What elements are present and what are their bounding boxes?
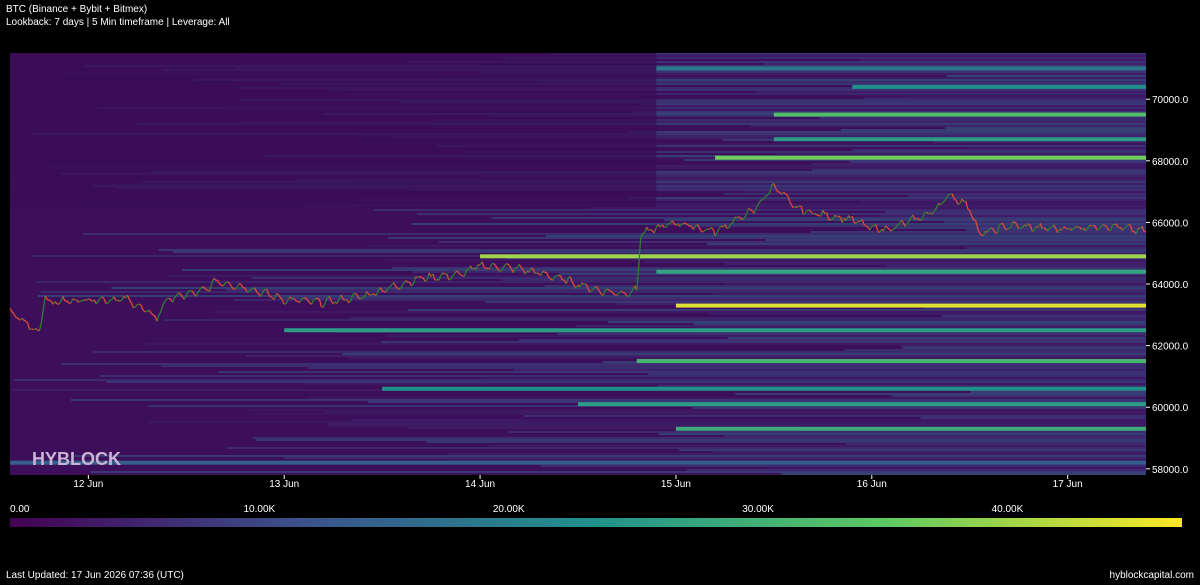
x-tick-label: 15 Jun <box>661 479 691 490</box>
liquidity-band <box>656 269 1146 274</box>
colorbar-tick-label: 30.00K <box>742 504 774 515</box>
x-tick-label: 14 Jun <box>465 479 495 490</box>
colorbar-tick-label: 10.00K <box>244 504 276 515</box>
y-tick-label: 58000.0 <box>1152 465 1189 476</box>
liquidity-band <box>578 402 1146 407</box>
site-link[interactable]: hyblockcapital.com <box>1110 570 1194 581</box>
liquidity-band <box>715 155 1146 160</box>
heatmap-area <box>10 53 1147 475</box>
liquidity-band <box>675 426 1146 431</box>
colorbar-tick-label: 0.00 <box>10 504 30 515</box>
liquidity-band <box>636 359 1146 364</box>
liquidity-band <box>852 84 1146 89</box>
liquidity-band <box>284 328 1146 333</box>
x-tick-label: 13 Jun <box>269 479 299 490</box>
colorbar-tick-label: 20.00K <box>493 504 525 515</box>
x-axis: 12 Jun 13 Jun 14 Jun 15 Jun 16 Jun 17 Jun <box>73 475 1083 490</box>
liquidity-band <box>480 254 1146 259</box>
liquidation-heatmap-chart: 58000.0 60000.0 62000.0 64000.0 66000.0 68000… <box>9 53 1189 527</box>
liquidity-band <box>773 112 1146 117</box>
colorbar-gradient <box>10 518 1182 527</box>
colorbar-tick-label: 40.00K <box>992 504 1024 515</box>
hyblock-watermark: HYBLOCK <box>32 449 121 469</box>
liquidity-band <box>675 303 1146 308</box>
y-tick-label: 64000.0 <box>1152 280 1189 291</box>
x-tick-label: 17 Jun <box>1053 479 1083 490</box>
x-tick-label: 12 Jun <box>73 479 103 490</box>
liquidity-band <box>10 460 1146 465</box>
y-axis: 58000.0 60000.0 62000.0 64000.0 66000.0 68000… <box>1146 95 1189 476</box>
y-tick-label: 66000.0 <box>1152 218 1189 229</box>
x-tick-label: 16 Jun <box>857 479 887 490</box>
y-tick-label: 60000.0 <box>1152 403 1189 414</box>
liquidity-band <box>382 386 1146 391</box>
colorbar: 0.00 10.00K 20.00K 30.00K 40.00K <box>10 504 1182 527</box>
y-tick-label: 68000.0 <box>1152 157 1189 168</box>
y-tick-label: 62000.0 <box>1152 342 1189 353</box>
y-tick-label: 70000.0 <box>1152 95 1189 106</box>
liquidity-band <box>773 137 1146 142</box>
last-updated-text: Last Updated: 17 Jun 2026 07:36 (UTC) <box>6 570 184 581</box>
liquidity-band <box>656 66 1146 71</box>
